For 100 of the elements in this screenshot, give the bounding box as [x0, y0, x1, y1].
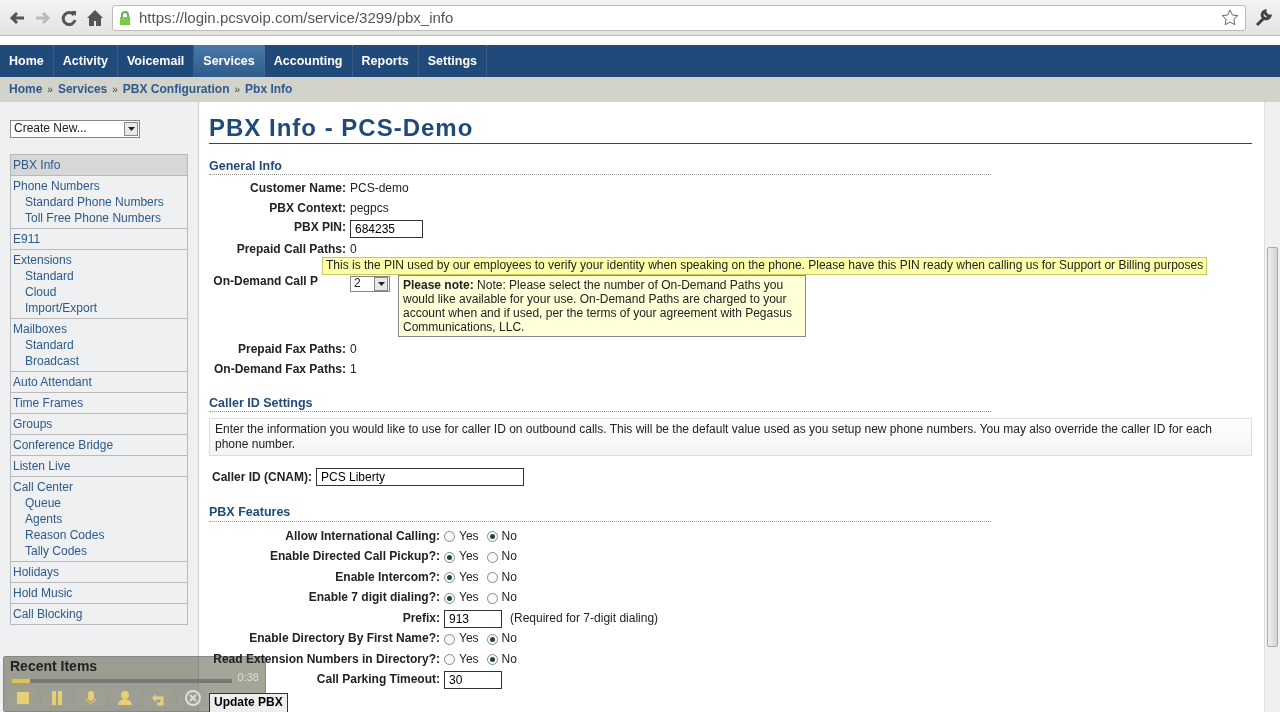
home-icon[interactable]	[86, 8, 104, 27]
pin-field[interactable]: 684235	[350, 220, 423, 239]
update-button[interactable]: Update PBX	[209, 693, 288, 712]
wrench-icon[interactable]	[1254, 8, 1272, 27]
radio-label: Yes	[459, 549, 479, 565]
field-label: PBX PIN:	[294, 220, 346, 237]
radio-button[interactable]	[486, 633, 498, 645]
sidebar-subitem[interactable]: Standard	[13, 268, 185, 284]
section-heading: Caller ID Settings	[209, 395, 991, 413]
radio-button[interactable]	[444, 531, 455, 543]
page-title: PBX Info - PCS-Demo	[209, 114, 1252, 144]
sidebar-subitem[interactable]: Cloud	[13, 284, 185, 300]
close-icon	[184, 690, 201, 706]
sidebar-item[interactable]: Call Center	[13, 479, 185, 495]
field-label: Prepaid Call Paths:	[236, 242, 346, 259]
info-text: Enter the information you would like to use for caller ID on outbound calls. This will be the default value used as you setup new phone numbers. You may also override the caller ID for each phone number.	[209, 418, 1252, 457]
sidebar-item[interactable]: Phone Numbers	[13, 178, 185, 194]
star-icon[interactable]	[1221, 8, 1239, 27]
sidebar-subitem[interactable]: Toll Free Phone Numbers	[13, 210, 185, 226]
field-label: Allow International Calling:	[285, 528, 440, 545]
field-label: PBX Context:	[269, 200, 346, 217]
radio-button[interactable]	[444, 592, 455, 604]
note-text: Please note: Note: Please select the number of On-Demand Paths you would like available for your use. On-Demand Paths are charged to your account when and if used, per the terms of your agreement with Pegasus Communications, LLC.	[398, 275, 806, 338]
radio-label: No	[501, 528, 517, 545]
field-label: On-Demand Call P	[213, 274, 318, 290]
radio-label: No	[501, 569, 517, 586]
field-value: 1	[350, 361, 357, 378]
field-label: Customer Name:	[249, 181, 346, 197]
field-label: Prefix:	[402, 610, 440, 627]
field-label: Enable Directed Call Pickup?:	[269, 549, 440, 565]
field-value: 0	[350, 242, 357, 259]
radio-label: Yes	[459, 528, 479, 545]
radio-label: No	[501, 651, 517, 668]
breadcrumb-link[interactable]: Services	[57, 81, 108, 98]
breadcrumb-link[interactable]: Home	[9, 81, 43, 98]
radio-label: Yes	[459, 651, 479, 668]
caller-id-field[interactable]: PCS Liberty	[316, 468, 524, 487]
breadcrumb-link[interactable]: Pbx Info	[245, 81, 293, 98]
sidebar-subitem[interactable]: Tally Codes	[13, 543, 185, 559]
dropdown-arrow-icon	[377, 282, 385, 287]
sidebar-subitem[interactable]: Reason Codes	[13, 527, 185, 543]
sidebar-subitem[interactable]: Queue	[13, 495, 185, 511]
hint-text: (Required for 7-digit dialing)	[510, 610, 659, 627]
reload-icon[interactable]	[60, 8, 78, 27]
breadcrumb-separator: »	[47, 83, 53, 96]
sidebar-subitem[interactable]: Broadcast	[13, 353, 185, 369]
section-heading: General Info	[209, 158, 991, 176]
radio-button[interactable]	[444, 551, 455, 563]
radio-button[interactable]	[486, 531, 498, 543]
radio-button[interactable]	[486, 551, 498, 563]
radio-label: Yes	[459, 569, 479, 586]
breadcrumb-separator: »	[112, 83, 118, 96]
scrollbar[interactable]	[1264, 102, 1280, 712]
sidebar-subitem[interactable]: Standard Phone Numbers	[13, 194, 185, 210]
radio-label: No	[501, 549, 517, 565]
radio-button[interactable]	[486, 572, 498, 584]
field-label: Prepaid Fax Paths:	[237, 342, 346, 358]
radio-button[interactable]	[444, 572, 455, 584]
field-value: pegpcs	[350, 200, 389, 217]
radio-label: Yes	[459, 631, 479, 647]
field-label: Call Parking Timeout:	[316, 672, 440, 688]
url-text: https://login.pcsvoip.com/service/3299/pbx_info	[139, 7, 455, 28]
sidebar-subitem[interactable]: Standard	[13, 337, 185, 353]
sidebar-subitem[interactable]: Agents	[13, 511, 185, 527]
sidebar-item[interactable]: Mailboxes	[13, 321, 185, 337]
field-label: Enable Directory By First Name?:	[249, 631, 440, 647]
breadcrumb-separator: »	[234, 83, 241, 96]
create-new-select[interactable]: Create New...	[10, 120, 140, 138]
lock-icon	[119, 9, 131, 26]
field-value: PCS-demo	[350, 181, 409, 197]
radio-button[interactable]	[486, 654, 498, 666]
tooltip: This is the PIN used by our employees to verify your identity when speaking on the phone. Please have this PIN ready when calling us for Support or Billing purposes	[322, 257, 1208, 275]
text-field[interactable]: 913	[444, 609, 502, 628]
radio-button[interactable]	[444, 654, 455, 666]
sidebar-item[interactable]: Extensions	[13, 252, 185, 268]
progress-track[interactable]	[12, 679, 232, 683]
field-label: Read Extension Numbers in Directory?:	[213, 651, 440, 668]
radio-label: No	[501, 590, 517, 606]
radio-label: Yes	[459, 590, 479, 606]
paths-select[interactable]: 2	[350, 276, 390, 293]
radio-button[interactable]	[444, 633, 455, 645]
microphone-icon	[82, 690, 99, 706]
person-icon	[116, 690, 133, 706]
radio-button[interactable]	[486, 592, 498, 604]
dropdown-arrow-icon	[127, 127, 135, 131]
nav-tab[interactable]: Services	[194, 45, 265, 77]
player-time: 0:38	[237, 671, 259, 683]
address-bar[interactable]: https://login.pcsvoip.com/service/3299/pbx_info	[112, 4, 1246, 31]
text-field[interactable]: 30	[444, 671, 502, 690]
field-value: 0	[350, 342, 357, 358]
breadcrumb-link[interactable]: PBX Configuration	[122, 81, 230, 98]
field-label: Enable Intercom?:	[335, 569, 440, 586]
recent-items-heading: Recent Items	[10, 657, 98, 676]
section-heading: PBX Features	[209, 504, 991, 522]
sidebar-item[interactable]: PBX Info	[13, 157, 185, 173]
radio-label: No	[501, 631, 517, 647]
field-label: Enable 7 digit dialing?:	[308, 590, 440, 606]
field-label: On-Demand Fax Paths:	[213, 361, 346, 378]
field-label: Caller ID (CNAM):	[212, 469, 312, 486]
sidebar-subitem[interactable]: Import/Export	[13, 300, 185, 316]
